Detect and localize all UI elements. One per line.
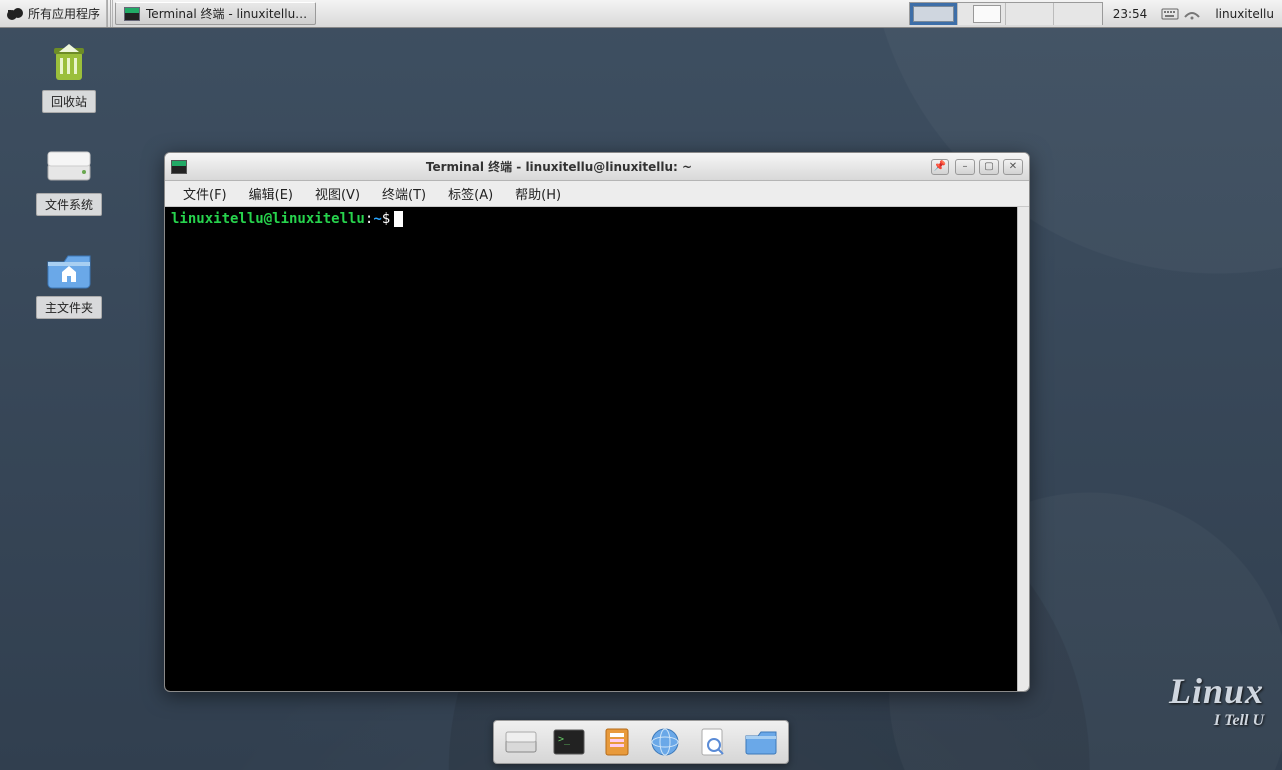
prompt-user: linuxitellu@linuxitellu <box>171 211 365 227</box>
maximize-button[interactable]: ▢ <box>979 159 999 175</box>
menu-tabs[interactable]: 标签(A) <box>438 181 503 206</box>
menu-file[interactable]: 文件(F) <box>173 181 237 206</box>
keyboard-icon[interactable] <box>1161 7 1179 21</box>
close-button[interactable]: ✕ <box>1003 159 1023 175</box>
terminal-cursor <box>394 211 403 227</box>
file-manager-icon <box>504 728 538 756</box>
applications-menu-label: 所有应用程序 <box>28 5 100 22</box>
terminal-body[interactable]: linuxitellu@linuxitellu:~$ <box>165 207 1029 691</box>
desktop-icon-label: 文件系统 <box>36 193 102 216</box>
dock-search[interactable] <box>694 725 732 759</box>
applications-menu[interactable]: 所有应用程序 <box>0 0 107 27</box>
mouse-icon <box>6 6 24 22</box>
contacts-icon <box>602 727 632 757</box>
minimize-button[interactable]: – <box>955 159 975 175</box>
taskbar-item-terminal[interactable]: Terminal 终端 - linuxitellu… <box>115 2 316 25</box>
dock-contacts[interactable] <box>598 725 636 759</box>
display-icon[interactable] <box>1183 7 1201 21</box>
workspace-1[interactable] <box>910 3 958 25</box>
dock: >_ <box>493 720 789 764</box>
dock-web-browser[interactable] <box>646 725 684 759</box>
window-titlebar[interactable]: Terminal 终端 - linuxitellu@linuxitellu: ~… <box>165 153 1029 181</box>
watermark-line2: I Tell U <box>1169 712 1264 730</box>
dock-folder[interactable] <box>742 725 780 759</box>
panel-spacer <box>318 0 907 27</box>
desktop-icon-label: 主文件夹 <box>36 296 102 319</box>
workspace-2[interactable] <box>958 3 1006 25</box>
trash-icon <box>43 40 95 86</box>
clock[interactable]: 23:54 <box>1105 0 1156 27</box>
workspace-pager[interactable] <box>909 2 1103 25</box>
system-tray <box>1155 0 1207 27</box>
window-controls: – ▢ ✕ <box>955 159 1023 175</box>
desktop-icons: 回收站 文件系统 主文件夹 <box>24 40 114 319</box>
desktop-icon-label: 回收站 <box>42 90 96 113</box>
menu-edit[interactable]: 编辑(E) <box>239 181 303 206</box>
wallpaper-watermark: Linux I Tell U <box>1169 670 1264 730</box>
search-icon <box>698 727 728 757</box>
watermark-line1: Linux <box>1169 670 1264 712</box>
terminal-window: Terminal 终端 - linuxitellu@linuxitellu: ~… <box>164 152 1030 692</box>
menu-help[interactable]: 帮助(H) <box>505 181 571 206</box>
web-browser-icon <box>649 726 681 758</box>
window-pin-button[interactable]: 📌 <box>931 159 949 175</box>
desktop-icon-recycle-bin[interactable]: 回收站 <box>24 40 114 113</box>
dock-terminal[interactable]: >_ <box>550 725 588 759</box>
menu-view[interactable]: 视图(V) <box>305 181 370 206</box>
prompt-symbol: $ <box>382 211 390 227</box>
top-panel: 所有应用程序 Terminal 终端 - linuxitellu… 23:54 … <box>0 0 1282 28</box>
home-folder-icon <box>43 246 95 292</box>
workspace-3[interactable] <box>1006 3 1054 25</box>
dock-file-manager[interactable] <box>502 725 540 759</box>
workspace-4[interactable] <box>1054 3 1102 25</box>
terminal-icon <box>124 7 140 21</box>
taskbar-item-label: Terminal 终端 - linuxitellu… <box>146 5 307 22</box>
panel-handle[interactable] <box>107 0 113 27</box>
desktop-icon-filesystem[interactable]: 文件系统 <box>24 143 114 216</box>
menu-terminal[interactable]: 终端(T) <box>372 181 436 206</box>
terminal-scrollbar[interactable] <box>1017 207 1029 691</box>
menu-bar: 文件(F) 编辑(E) 视图(V) 终端(T) 标签(A) 帮助(H) <box>165 181 1029 207</box>
svg-text:>_: >_ <box>558 734 571 745</box>
user-menu[interactable]: linuxitellu <box>1207 0 1282 27</box>
prompt-path: ~ <box>373 211 381 227</box>
desktop-icon-home[interactable]: 主文件夹 <box>24 246 114 319</box>
terminal-icon <box>171 160 187 174</box>
drive-icon <box>43 143 95 189</box>
folder-icon <box>744 728 778 756</box>
window-title: Terminal 终端 - linuxitellu@linuxitellu: ~ <box>193 158 925 175</box>
terminal-icon: >_ <box>552 728 586 756</box>
